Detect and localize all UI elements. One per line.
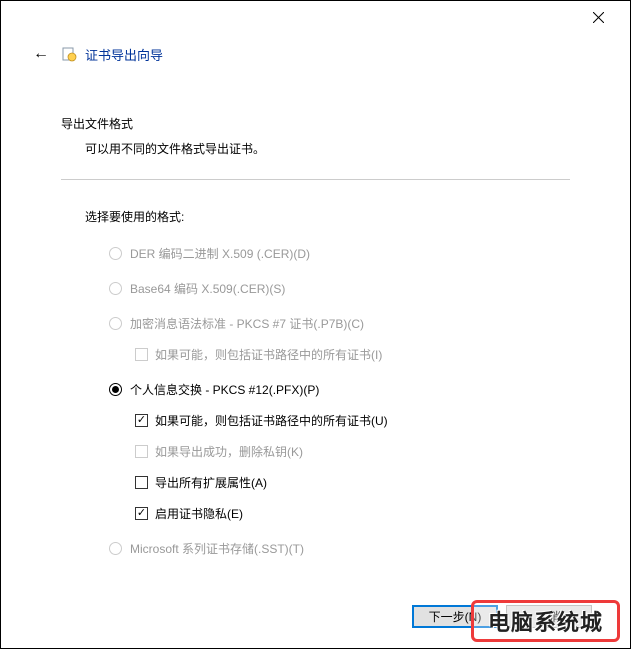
checkbox-pfx-privacy[interactable]: 启用证书隐私(E) (135, 505, 570, 522)
radio-der: DER 编码二进制 X.509 (.CER)(D) (109, 245, 570, 262)
radio-sst: Microsoft 系列证书存储(.SST)(T) (109, 540, 570, 557)
pfx-options: 如果可能，则包括证书路径中的所有证书(U) 如果导出成功，删除私钥(K) 导出所… (109, 412, 570, 522)
section-title: 导出文件格式 (61, 115, 570, 132)
wizard-content: 导出文件格式 可以用不同的文件格式导出证书。 选择要使用的格式: DER 编码二… (1, 65, 630, 557)
wizard-header: ← 证书导出向导 (1, 33, 630, 65)
checkbox-pfx-extprops[interactable]: 导出所有扩展属性(A) (135, 474, 570, 491)
checkbox-pfx-privacy-label: 启用证书隐私(E) (155, 505, 243, 522)
checkbox-pfx-include-label: 如果可能，则包括证书路径中的所有证书(U) (155, 412, 388, 429)
radio-base64-label: Base64 编码 X.509(.CER)(S) (130, 280, 285, 297)
checkbox-pfx-delete-label: 如果导出成功，删除私钥(K) (155, 443, 303, 460)
checkbox-pfx-extprops-label: 导出所有扩展属性(A) (155, 474, 267, 491)
wizard-window: ← 证书导出向导 导出文件格式 可以用不同的文件格式导出证书。 选择要使用的格式… (0, 0, 631, 649)
checkbox-pkcs7-include: 如果可能，则包括证书路径中的所有证书(I) (135, 346, 570, 363)
checkbox-icon (135, 476, 148, 489)
checkbox-pfx-include[interactable]: 如果可能，则包括证书路径中的所有证书(U) (135, 412, 570, 429)
checkbox-pfx-delete: 如果导出成功，删除私钥(K) (135, 443, 570, 460)
wizard-title: 证书导出向导 (85, 45, 163, 64)
cancel-button[interactable]: 取消 (506, 605, 592, 628)
back-button[interactable]: ← (29, 43, 53, 65)
checkbox-icon-checked (135, 507, 148, 520)
checkbox-icon (135, 348, 148, 361)
checkbox-icon-checked (135, 414, 148, 427)
radio-icon (109, 317, 122, 330)
close-button[interactable] (578, 3, 618, 31)
radio-icon (109, 542, 122, 555)
pkcs7-options: 如果可能，则包括证书路径中的所有证书(I) (109, 346, 570, 363)
divider (61, 179, 570, 180)
radio-der-label: DER 编码二进制 X.509 (.CER)(D) (130, 245, 310, 262)
radio-icon (109, 247, 122, 260)
checkbox-icon (135, 445, 148, 458)
radio-pfx[interactable]: 个人信息交换 - PKCS #12(.PFX)(P) (109, 381, 570, 398)
format-prompt: 选择要使用的格式: (61, 208, 570, 225)
section-description: 可以用不同的文件格式导出证书。 (61, 140, 570, 157)
titlebar (1, 1, 630, 33)
close-icon (593, 12, 604, 23)
wizard-footer: 下一步(N) 取消 (412, 605, 592, 628)
radio-pfx-label: 个人信息交换 - PKCS #12(.PFX)(P) (130, 381, 319, 398)
radio-icon (109, 282, 122, 295)
radio-base64: Base64 编码 X.509(.CER)(S) (109, 280, 570, 297)
format-radio-group: DER 编码二进制 X.509 (.CER)(D) Base64 编码 X.50… (61, 245, 570, 557)
certificate-wizard-icon (61, 46, 77, 62)
radio-pkcs7: 加密消息语法标准 - PKCS #7 证书(.P7B)(C) (109, 315, 570, 332)
radio-pkcs7-label: 加密消息语法标准 - PKCS #7 证书(.P7B)(C) (130, 315, 364, 332)
checkbox-pkcs7-include-label: 如果可能，则包括证书路径中的所有证书(I) (155, 346, 382, 363)
next-button[interactable]: 下一步(N) (412, 605, 498, 628)
radio-icon-selected (109, 383, 122, 396)
radio-sst-label: Microsoft 系列证书存储(.SST)(T) (130, 540, 304, 557)
